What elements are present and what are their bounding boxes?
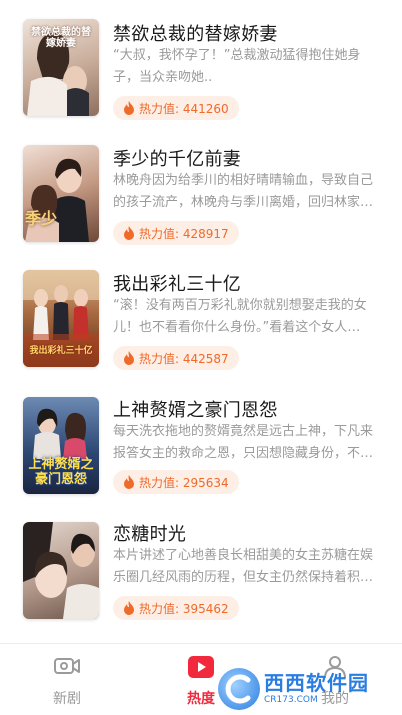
flame-icon <box>124 475 134 489</box>
list-item[interactable]: 上神赘婿之豪门恩怨 上神赘婿之豪门恩怨 每天洗衣拖地的赘婿竟然是远古上神，下凡来… <box>0 390 402 508</box>
drama-description: “滚！没有两百万彩礼就你就别想娶走我的女儿！也不看看你什么身份。”看着这个女人… <box>113 298 367 335</box>
list-item[interactable]: 我出彩礼三十亿 我出彩礼三十亿 “滚！没有两百万彩礼就你就别想娶走我的女儿！也不… <box>0 262 402 380</box>
heat-value: 热力值: 395462 <box>139 601 229 616</box>
watermark-text: 西西软件园 <box>264 671 369 695</box>
heat-badge: 热力值: 395462 <box>113 596 239 620</box>
drama-description: 本片讲述了心地善良长相甜美的女主苏糖在娱乐圈几经风雨的历程，但女主仍然保持着积… <box>113 548 374 585</box>
play-icon <box>188 656 214 678</box>
cover-title-text: 季少 <box>25 209 58 229</box>
flame-icon <box>124 101 134 115</box>
heat-value: 热力值: 428917 <box>139 226 229 241</box>
flame-icon <box>124 601 134 615</box>
flame-icon <box>124 226 134 240</box>
list-item[interactable]: 季少 季少的千亿前妻 林晚舟因为给季川的相好晴晴输血，导致自己的孩子流产，林晚舟… <box>0 137 402 255</box>
heat-value: 热力值: 441260 <box>139 101 229 116</box>
drama-title[interactable]: 禁欲总裁的替嫁娇妻 <box>113 20 278 46</box>
video-camera-icon <box>54 658 80 674</box>
cover-title-text: 上神赘婿之豪门恩怨 <box>28 457 94 488</box>
heat-value: 热力值: 442587 <box>139 351 229 366</box>
tab-label: 新剧 <box>53 691 81 707</box>
cover-title-text: 禁欲总裁的替嫁娇妻 <box>31 27 91 49</box>
site-watermark: 西西软件园 CR173.COM <box>218 668 388 710</box>
heat-badge: 热力值: 442587 <box>113 346 239 370</box>
list-item[interactable]: 禁欲总裁的替嫁娇妻 禁欲总裁的替嫁娇妻 “大叔，我怀孕了！”总裁激动猛得抱住她身… <box>0 12 402 130</box>
drama-cover-image[interactable] <box>23 522 99 619</box>
drama-cover-image[interactable]: 季少 <box>23 145 99 242</box>
drama-title[interactable]: 我出彩礼三十亿 <box>113 270 241 296</box>
watermark-subtext: CR173.COM <box>264 695 318 705</box>
watermark-logo-icon <box>218 668 260 710</box>
drama-description: 每天洗衣拖地的赘婿竟然是远古上神，下凡来报答女主的救命之恩，只因想隐藏身份，不… <box>113 424 374 461</box>
drama-description: “大叔，我怀孕了！”总裁激动猛得抱住她身子，当众亲吻她.. <box>113 48 361 85</box>
list-item[interactable]: 恋糖时光 本片讲述了心地善良长相甜美的女主苏糖在娱乐圈几经风雨的历程，但女主仍然… <box>0 515 402 633</box>
flame-icon <box>124 351 134 365</box>
drama-title[interactable]: 恋糖时光 <box>113 520 186 546</box>
drama-cover-image[interactable]: 上神赘婿之豪门恩怨 <box>23 397 99 494</box>
drama-cover-image[interactable]: 禁欲总裁的替嫁娇妻 <box>23 19 99 116</box>
drama-title[interactable]: 季少的千亿前妻 <box>113 145 241 171</box>
heat-value: 热力值: 295634 <box>139 475 229 490</box>
tab-new-drama[interactable]: 新剧 <box>0 644 134 715</box>
cover-title-text: 我出彩礼三十亿 <box>29 346 93 357</box>
drama-description: 林晚舟因为给季川的相好晴晴输血，导致自己的孩子流产，林晚舟与季川离婚，回归林家… <box>113 173 374 210</box>
heat-badge: 热力值: 295634 <box>113 470 239 494</box>
heat-badge: 热力值: 428917 <box>113 221 239 245</box>
drama-title[interactable]: 上神赘婿之豪门恩怨 <box>113 396 278 422</box>
drama-cover-image[interactable]: 我出彩礼三十亿 <box>23 270 99 367</box>
heat-badge: 热力值: 441260 <box>113 96 239 120</box>
